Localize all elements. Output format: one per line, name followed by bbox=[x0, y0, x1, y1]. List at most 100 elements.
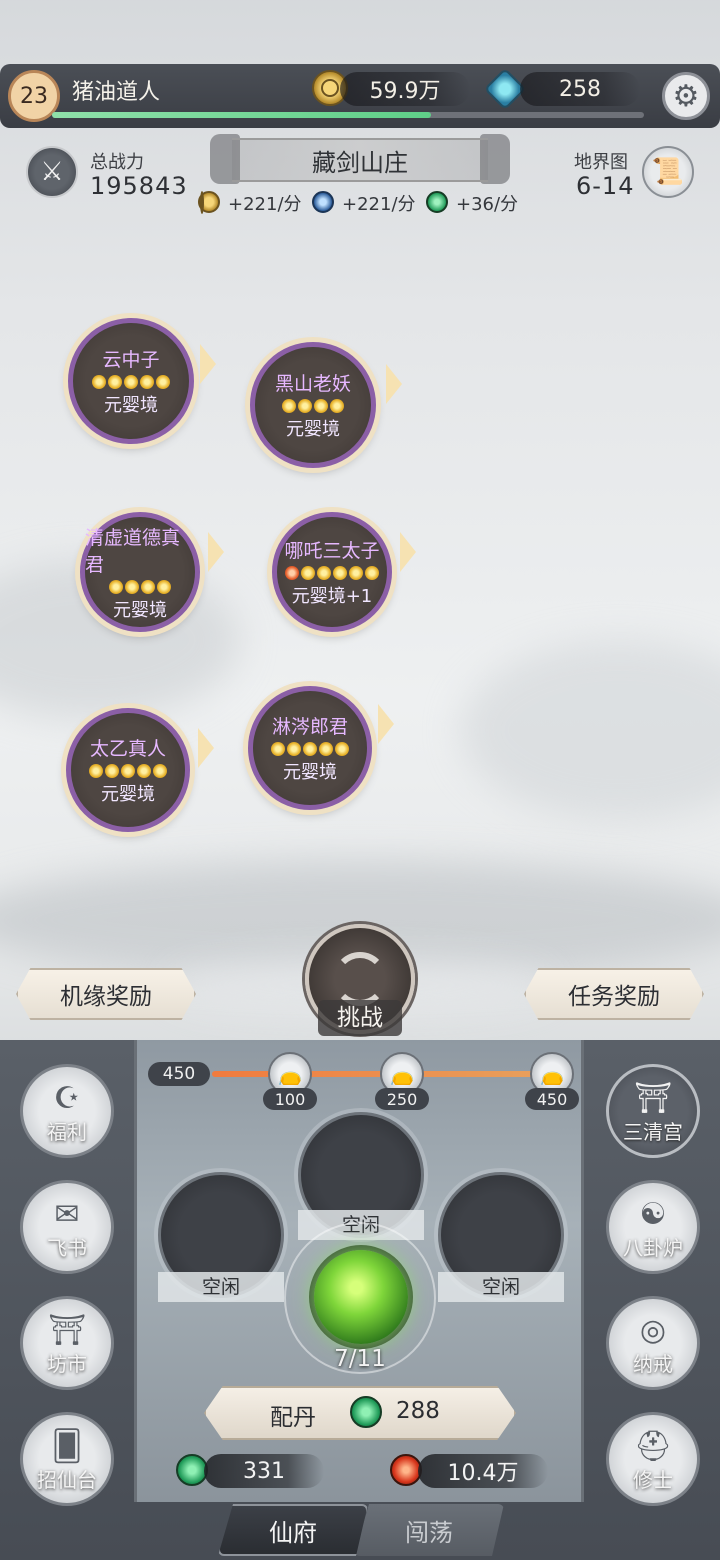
xp-bar-fill bbox=[52, 112, 431, 118]
star-icon bbox=[298, 399, 312, 413]
star-icon bbox=[121, 764, 135, 778]
letter-icon: ✉ bbox=[54, 1197, 80, 1232]
milestone-label: 450 bbox=[525, 1088, 579, 1110]
settings-gear-icon[interactable]: ⚙ bbox=[662, 72, 710, 120]
star-icon bbox=[140, 375, 154, 389]
boss-realm: 元婴境 bbox=[101, 784, 155, 805]
spirit-rate: +221/分 bbox=[342, 194, 416, 215]
boss-node[interactable]: 太乙真人 元婴境 bbox=[66, 708, 190, 832]
sanqing-palace-button[interactable]: ⛩ 三清宫 bbox=[606, 1064, 700, 1158]
boss-node[interactable]: 清虚道德真君 元婴境 bbox=[80, 512, 200, 632]
spirit-rate-icon bbox=[312, 191, 334, 213]
cultivator-button[interactable]: ⛑ 修士 bbox=[606, 1412, 700, 1506]
coin-amount: 59.9万 bbox=[340, 72, 470, 106]
milestone-label: 100 bbox=[263, 1088, 317, 1110]
star-icon bbox=[335, 742, 349, 756]
boss-name: 哪吒三太子 bbox=[284, 540, 380, 562]
star-icon bbox=[333, 566, 347, 580]
welfare-button[interactable]: ☪ 福利 bbox=[20, 1064, 114, 1158]
star-icon bbox=[137, 764, 151, 778]
shop-icon: ⛩ bbox=[47, 1313, 87, 1348]
boss-node[interactable]: 淋涔郎君 元婴境 bbox=[248, 686, 372, 810]
power-swords-icon[interactable]: ⚔ bbox=[26, 146, 78, 198]
swirl-icon bbox=[333, 952, 387, 1006]
boss-stars bbox=[92, 375, 170, 389]
boss-realm: 元婴境 bbox=[104, 395, 158, 416]
boss-realm: 元婴境+1 bbox=[291, 586, 373, 607]
sanqing-palace-label: 三清宫 bbox=[623, 1120, 683, 1144]
bagua-furnace-button[interactable]: ☯ 八卦炉 bbox=[606, 1180, 700, 1274]
ring-icon: ◎ bbox=[639, 1313, 667, 1348]
green-gem-amount: 331 bbox=[204, 1454, 324, 1488]
star-icon bbox=[124, 375, 138, 389]
star-icon bbox=[105, 764, 119, 778]
star-icon bbox=[89, 764, 103, 778]
boss-node[interactable]: 云中子 元婴境 bbox=[68, 318, 194, 444]
star-icon bbox=[282, 399, 296, 413]
map-scroll-icon[interactable]: 📜 bbox=[642, 146, 694, 198]
quest-reward-button[interactable]: 任务奖励 bbox=[524, 968, 704, 1020]
market-label: 坊市 bbox=[47, 1352, 87, 1376]
star-icon bbox=[314, 399, 328, 413]
welfare-label: 福利 bbox=[47, 1120, 87, 1144]
star-icon bbox=[109, 579, 123, 594]
coin-rate: +221/分 bbox=[228, 194, 302, 215]
moon-star-icon: ☪ bbox=[53, 1081, 81, 1116]
furnace-icon: ☯ bbox=[639, 1197, 667, 1232]
storage-ring-button[interactable]: ◎ 纳戒 bbox=[606, 1296, 700, 1390]
map-label: 地界图 bbox=[574, 152, 628, 173]
slot-status: 空闲 bbox=[158, 1272, 284, 1302]
brew-pill-label[interactable]: 配丹 bbox=[270, 1398, 316, 1432]
furnace-count: 7/11 bbox=[334, 1346, 386, 1372]
star-icon bbox=[301, 566, 315, 580]
challenge-label[interactable]: 挑战 bbox=[318, 1000, 402, 1036]
star-icon bbox=[285, 566, 299, 580]
recruit-label: 招仙台 bbox=[37, 1468, 97, 1492]
boss-arrow-icon bbox=[208, 532, 224, 572]
elixir-orb-icon[interactable] bbox=[314, 1250, 408, 1344]
tab-cave[interactable]: 仙府 bbox=[218, 1504, 368, 1556]
star-icon bbox=[303, 742, 317, 756]
boss-name: 太乙真人 bbox=[89, 738, 166, 760]
star-icon bbox=[141, 579, 155, 594]
recruit-button[interactable]: 🂠 招仙台 bbox=[20, 1412, 114, 1506]
market-button[interactable]: ⛩ 坊市 bbox=[20, 1296, 114, 1390]
boss-realm: 元婴境 bbox=[286, 419, 340, 440]
boss-stars bbox=[109, 579, 171, 594]
palace-icon: ⛩ bbox=[633, 1081, 673, 1116]
slot-status: 空闲 bbox=[438, 1272, 564, 1302]
milestone-label: 250 bbox=[375, 1088, 429, 1110]
chance-reward-button[interactable]: 机缘奖励 bbox=[16, 968, 196, 1020]
star-icon bbox=[92, 375, 106, 389]
boss-name: 云中子 bbox=[102, 349, 160, 371]
star-icon bbox=[330, 399, 344, 413]
boss-name: 黑山老妖 bbox=[274, 373, 351, 395]
boss-stars bbox=[285, 566, 379, 580]
helmet-icon: ⛑ bbox=[633, 1429, 673, 1464]
letters-label: 飞书 bbox=[47, 1236, 87, 1260]
tab-adventure[interactable]: 闯荡 bbox=[354, 1504, 504, 1556]
xp-bar bbox=[52, 112, 644, 118]
boss-stars bbox=[89, 764, 167, 778]
star-icon bbox=[125, 579, 139, 594]
power-label: 总战力 bbox=[90, 152, 144, 173]
star-icon bbox=[271, 742, 285, 756]
boss-node[interactable]: 哪吒三太子元婴境+1 bbox=[272, 512, 392, 632]
letters-button[interactable]: ✉ 飞书 bbox=[20, 1180, 114, 1274]
star-icon bbox=[108, 375, 122, 389]
boss-name: 淋涔郎君 bbox=[271, 716, 348, 738]
gem-rate-icon bbox=[426, 191, 448, 213]
gem-rate: +36/分 bbox=[456, 194, 519, 215]
star-icon bbox=[349, 566, 363, 580]
boss-realm: 元婴境 bbox=[283, 762, 337, 783]
star-icon bbox=[156, 375, 170, 389]
boss-stars bbox=[271, 742, 349, 756]
boss-arrow-icon bbox=[200, 344, 216, 384]
boss-arrow-icon bbox=[400, 532, 416, 572]
location-title: 藏剑山庄 bbox=[232, 138, 488, 182]
bottom-tabs: 闯荡 仙府 bbox=[218, 1504, 504, 1556]
crystal-amount: 258 bbox=[520, 72, 640, 106]
boss-arrow-icon bbox=[386, 364, 402, 404]
star-icon bbox=[365, 566, 379, 580]
boss-node[interactable]: 黑山老妖 元婴境 bbox=[250, 342, 376, 468]
